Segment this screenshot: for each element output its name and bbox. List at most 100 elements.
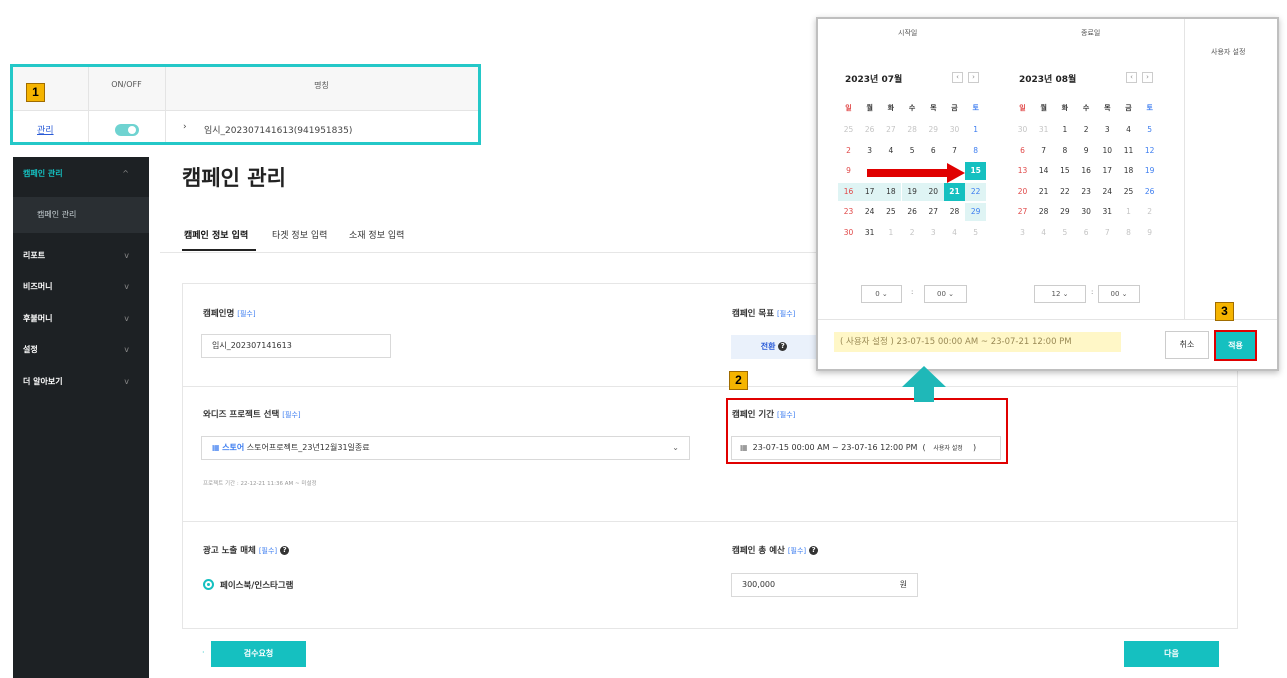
apply-button[interactable]: 적용 [1214, 330, 1257, 361]
calendar-day[interactable]: 26 [859, 121, 880, 139]
calendar-day[interactable]: 27 [880, 121, 901, 139]
sidebar-item-bizmoney[interactable]: 비즈머니 v [13, 272, 149, 302]
calendar-day[interactable]: 9 [1139, 224, 1160, 242]
onoff-toggle[interactable] [115, 124, 139, 136]
calendar-day[interactable]: 1 [965, 121, 986, 139]
sidebar-item-postpaid[interactable]: 후불머니 v [13, 304, 149, 334]
calendar-day[interactable]: 4 [1033, 224, 1054, 242]
sidebar-item-more[interactable]: 더 알아보기 v [13, 367, 149, 397]
calendar-day[interactable]: 15 [1054, 162, 1075, 180]
sidebar-item-settings[interactable]: 설정 v [13, 335, 149, 365]
sidebar-item-campaign[interactable]: 캠페인 관리 ^ [13, 159, 149, 189]
calendar-day[interactable]: 17 [1097, 162, 1118, 180]
calendar-day[interactable]: 19 [1139, 162, 1160, 180]
calendar-day[interactable]: 9 [1076, 142, 1097, 160]
prev-month-button[interactable]: ‹ [952, 72, 963, 83]
tab-creative-info[interactable]: 소재 정보 입력 [349, 228, 404, 241]
campaign-name-input[interactable]: 임시_202307141613 [201, 334, 391, 358]
calendar-day[interactable]: 6 [923, 142, 944, 160]
review-request-button[interactable]: 검수요청 [211, 641, 306, 667]
calendar-day[interactable]: 1 [1054, 121, 1075, 139]
calendar-day[interactable]: 24 [1097, 183, 1118, 201]
calendar-day[interactable]: 29 [965, 203, 987, 222]
calendar-day[interactable]: 8 [1054, 142, 1075, 160]
calendar-day[interactable]: 21 [944, 182, 965, 201]
calendar-day[interactable]: 3 [1012, 224, 1033, 242]
calendar-day[interactable]: 27 [923, 203, 944, 221]
calendar-day[interactable]: 23 [1076, 183, 1097, 201]
calendar-day[interactable]: 31 [859, 224, 880, 242]
calendar-day[interactable]: 25 [880, 203, 901, 221]
budget-input[interactable]: 300,000 원 [731, 573, 918, 597]
calendar-day[interactable]: 1 [1118, 203, 1139, 221]
prev-month-button[interactable]: ‹ [1126, 72, 1137, 83]
calendar-day[interactable]: 7 [1033, 142, 1054, 160]
calendar-day[interactable]: 30 [944, 121, 965, 139]
calendar-day[interactable]: 2 [902, 224, 923, 242]
calendar-day[interactable]: 30 [1076, 203, 1097, 221]
calendar-day[interactable]: 12 [1139, 142, 1160, 160]
calendar-day[interactable]: 17 [859, 182, 881, 201]
calendar-day[interactable]: 30 [838, 224, 859, 242]
calendar-day[interactable]: 1 [880, 224, 901, 242]
calendar-day[interactable]: 7 [1097, 224, 1118, 242]
calendar-day[interactable]: 10 [1097, 142, 1118, 160]
chevron-right-icon[interactable]: › [183, 122, 187, 132]
calendar-day[interactable]: 26 [1139, 183, 1160, 201]
sidebar-item-report[interactable]: 리포트 v [13, 241, 149, 271]
calendar-day[interactable]: 23 [838, 203, 859, 221]
calendar-day[interactable]: 28 [902, 121, 923, 139]
calendar-day[interactable]: 5 [965, 224, 986, 242]
calendar-day[interactable]: 28 [944, 203, 965, 221]
calendar-day[interactable]: 21 [1033, 183, 1054, 201]
help-icon[interactable]: ? [809, 546, 819, 555]
calendar-day[interactable]: 3 [859, 142, 880, 160]
goal-conversion-button[interactable]: 전환 ? [731, 335, 817, 359]
cancel-button[interactable]: 취소 [1165, 331, 1209, 359]
calendar-day[interactable]: 16 [1076, 162, 1097, 180]
calendar-day[interactable]: 29 [923, 121, 944, 139]
calendar-day[interactable]: 2 [1139, 203, 1160, 221]
next-button[interactable]: 다음 [1124, 641, 1219, 667]
calendar-day[interactable]: 28 [1033, 203, 1054, 221]
calendar-day[interactable]: 31 [1033, 121, 1054, 139]
end-minute-select[interactable]: 00 ⌄ [1098, 285, 1140, 303]
help-icon[interactable]: ? [778, 342, 788, 351]
calendar-day[interactable]: 6 [1076, 224, 1097, 242]
calendar-day[interactable]: 26 [902, 203, 923, 221]
calendar-day[interactable]: 22 [1054, 183, 1075, 201]
media-radio[interactable] [203, 579, 214, 590]
calendar-day[interactable]: 18 [1118, 162, 1139, 180]
calendar-day[interactable]: 5 [1054, 224, 1075, 242]
start-minute-select[interactable]: 00 ⌄ [924, 285, 967, 303]
sidebar-subitem-campaign-manage[interactable]: 캠페인 관리 [13, 197, 149, 233]
calendar-day[interactable]: 2 [1076, 121, 1097, 139]
project-select[interactable]: ▦ 스토어 스토어프로젝트_23년12월31일종료 ⌄ [201, 436, 690, 460]
calendar-day[interactable]: 20 [922, 182, 944, 201]
calendar-day[interactable]: 24 [859, 203, 880, 221]
next-month-button[interactable]: › [968, 72, 979, 83]
calendar-day[interactable]: 4 [1118, 121, 1139, 139]
calendar-day[interactable]: 13 [1012, 162, 1033, 180]
calendar-day[interactable]: 3 [1097, 121, 1118, 139]
calendar-day[interactable]: 16 [838, 182, 859, 201]
calendar-day[interactable]: 31 [1097, 203, 1118, 221]
calendar-day[interactable]: 2 [838, 142, 859, 160]
calendar-day[interactable]: 27 [1012, 203, 1033, 221]
help-icon[interactable]: ? [280, 546, 290, 555]
calendar-day[interactable]: 22 [965, 182, 987, 201]
end-hour-select[interactable]: 12 ⌄ [1034, 285, 1086, 303]
calendar-day[interactable]: 15 [965, 162, 987, 181]
calendar-day[interactable]: 7 [944, 142, 965, 160]
calendar-day[interactable]: 19 [901, 182, 923, 201]
tab-campaign-info[interactable]: 캠페인 정보 입력 [184, 228, 248, 241]
calendar-day[interactable]: 4 [944, 224, 965, 242]
calendar-day[interactable]: 9 [838, 162, 859, 180]
calendar-day[interactable]: 8 [1118, 224, 1139, 242]
calendar-day[interactable]: 4 [880, 142, 901, 160]
calendar-day[interactable]: 18 [880, 182, 902, 201]
calendar-day[interactable]: 5 [902, 142, 923, 160]
calendar-day[interactable]: 3 [923, 224, 944, 242]
calendar-day[interactable]: 5 [1139, 121, 1160, 139]
calendar-day[interactable]: 20 [1012, 183, 1033, 201]
